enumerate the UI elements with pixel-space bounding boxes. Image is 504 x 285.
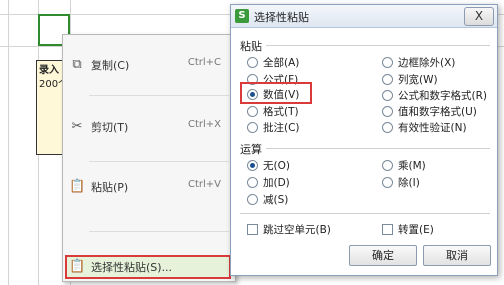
close-button[interactable]: X xyxy=(464,7,494,26)
option-label: 跳过空单元(B) xyxy=(263,224,331,236)
radio-icon xyxy=(247,106,258,117)
operation-section-label: 运算 xyxy=(240,143,262,156)
grid-line xyxy=(8,0,9,285)
option-label: 转置(E) xyxy=(398,224,434,236)
option-label: 加(D) xyxy=(263,177,290,189)
paste-option-formats[interactable]: 格式(T) xyxy=(247,104,299,120)
option-label: 公式和数字格式(R) xyxy=(398,90,487,102)
radio-icon xyxy=(382,74,393,85)
menu-separator xyxy=(89,95,229,96)
menu-item-paste-special[interactable]: 📋 选择性粘贴(S)... xyxy=(63,255,235,279)
operation-option-subtract[interactable]: 减(S) xyxy=(247,192,288,208)
menu-separator xyxy=(89,161,229,162)
dialog-title: 选择性粘贴 xyxy=(254,11,309,24)
cancel-button[interactable]: 取消 xyxy=(423,245,491,266)
menu-item-label: 选择性粘贴(S)... xyxy=(91,261,173,274)
option-label: 数值(V) xyxy=(263,89,300,101)
menu-item-copy[interactable]: ⧉ 复制(C) Ctrl+C xyxy=(63,53,235,77)
option-label: 值和数字格式(U) xyxy=(398,106,477,118)
ok-button[interactable]: 确定 xyxy=(349,245,417,266)
radio-icon xyxy=(247,57,258,68)
paste-option-except-borders[interactable]: 边框除外(X) xyxy=(382,55,455,71)
operation-option-none[interactable]: 无(O) xyxy=(247,158,290,174)
option-label: 无(O) xyxy=(263,160,290,172)
menu-item-label: 粘贴(P) xyxy=(91,181,129,194)
cut-icon: ✂ xyxy=(71,119,83,134)
section-divider xyxy=(266,45,490,46)
option-label: 格式(T) xyxy=(263,106,299,118)
option-label: 有效性验证(N) xyxy=(398,122,467,134)
paste-option-values-and-number-formats[interactable]: 值和数字格式(U) xyxy=(382,104,477,120)
option-label: 除(I) xyxy=(398,177,420,189)
option-label: 乘(M) xyxy=(398,160,426,172)
paste-option-values[interactable]: 数值(V) xyxy=(247,87,299,103)
radio-icon xyxy=(382,57,393,68)
radio-selected-icon xyxy=(247,89,258,100)
paste-option-all[interactable]: 全部(A) xyxy=(247,55,299,71)
radio-icon xyxy=(382,106,393,117)
menu-item-cut[interactable]: ✂ 剪切(T) Ctrl+X xyxy=(63,115,235,139)
operation-option-multiply[interactable]: 乘(M) xyxy=(382,158,426,174)
menu-item-paste[interactable]: 📋 粘贴(P) Ctrl+V xyxy=(63,175,235,199)
menu-item-label: 剪切(T) xyxy=(91,121,129,134)
operation-option-add[interactable]: 加(D) xyxy=(247,175,290,191)
section-divider xyxy=(266,148,490,149)
paste-icon: 📋 xyxy=(69,179,86,194)
paste-special-icon: 📋 xyxy=(69,259,86,274)
paste-section-label: 粘贴 xyxy=(240,40,262,53)
option-label: 全部(A) xyxy=(263,57,300,69)
menu-item-shortcut: Ctrl+C xyxy=(187,57,221,68)
option-label: 减(S) xyxy=(263,194,289,206)
menu-item-shortcut: Ctrl+V xyxy=(187,179,221,190)
radio-icon xyxy=(382,160,393,171)
radio-icon xyxy=(382,122,393,133)
menu-item-label: 复制(C) xyxy=(91,59,130,72)
radio-icon xyxy=(247,122,258,133)
menu-separator xyxy=(89,231,229,232)
menu-item-shortcut: Ctrl+X xyxy=(187,119,221,130)
copy-icon: ⧉ xyxy=(72,57,82,72)
wps-logo-icon: S xyxy=(235,9,249,23)
checkbox-icon xyxy=(382,224,393,235)
note-title: 录入 xyxy=(39,65,59,76)
skip-blanks-checkbox[interactable]: 跳过空单元(B) xyxy=(247,222,331,238)
option-label: 批注(C) xyxy=(263,122,300,134)
radio-icon xyxy=(247,194,258,205)
paste-option-validation[interactable]: 有效性验证(N) xyxy=(382,120,467,136)
paste-option-formulas-and-number-formats[interactable]: 公式和数字格式(R) xyxy=(382,88,487,104)
transpose-checkbox[interactable]: 转置(E) xyxy=(382,222,434,238)
radio-selected-icon xyxy=(247,160,258,171)
context-menu: ⧉ 复制(C) Ctrl+C ✂ 剪切(T) Ctrl+X 📋 粘贴(P) Ct… xyxy=(62,34,236,282)
paste-option-comments[interactable]: 批注(C) xyxy=(247,120,300,136)
radio-icon xyxy=(382,90,393,101)
option-label: 边框除外(X) xyxy=(398,57,456,69)
paste-option-column-widths[interactable]: 列宽(W) xyxy=(382,72,438,88)
radio-icon xyxy=(382,177,393,188)
radio-icon xyxy=(247,177,258,188)
dialog-titlebar: S 选择性粘贴 X xyxy=(231,5,497,28)
operation-option-divide[interactable]: 除(I) xyxy=(382,175,420,191)
checkbox-icon xyxy=(247,224,258,235)
section-divider xyxy=(240,213,490,214)
option-label: 列宽(W) xyxy=(398,74,438,86)
